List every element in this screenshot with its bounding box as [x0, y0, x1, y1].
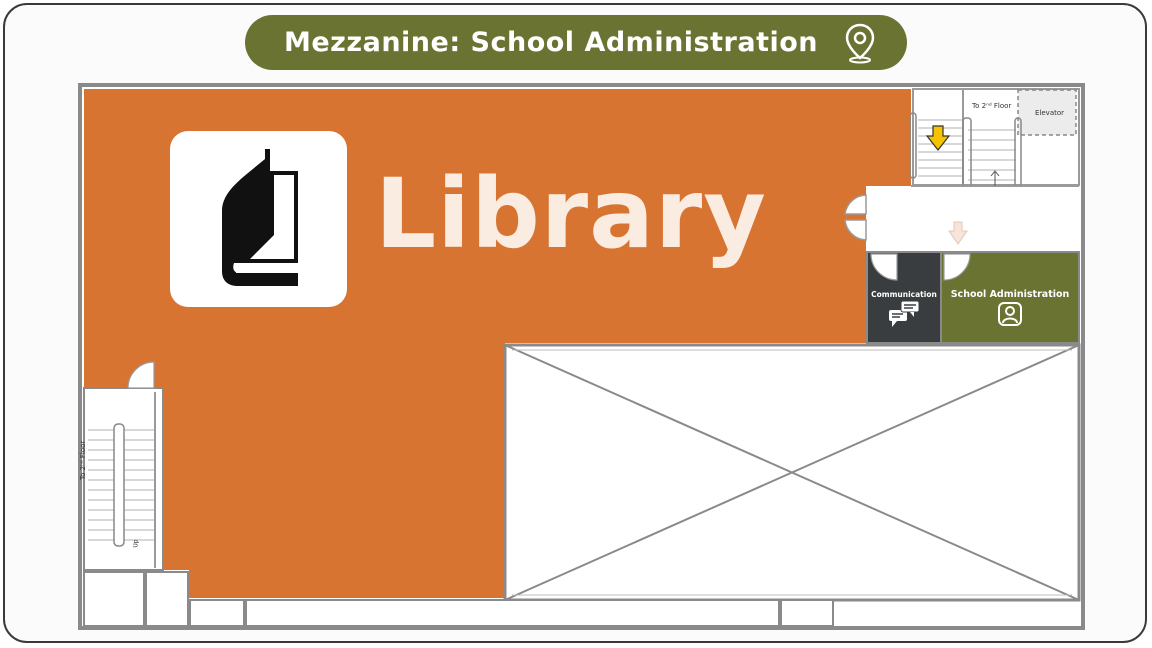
floor-plan: [78, 83, 1085, 630]
title-text: Mezzanine: School Administration: [284, 27, 818, 58]
page-title: Mezzanine: School Administration: [245, 15, 907, 70]
up-label: Up: [132, 539, 140, 548]
left-stairs-label: To 2ⁿᵈ Floor: [79, 440, 87, 480]
person-badge-icon: [998, 302, 1022, 326]
location-pin-icon: [845, 23, 875, 64]
chat-bubbles-icon: [889, 300, 920, 327]
elevator-label: Elevator: [1035, 109, 1065, 117]
library-icon-card: [170, 131, 347, 307]
communication-label: Communication: [871, 290, 937, 299]
school-admin-label: School Administration: [950, 289, 1070, 300]
top-stairs-label: To 2ⁿᵈ Floor: [972, 102, 1012, 110]
book-icon: [222, 149, 298, 286]
library-label: Library: [375, 158, 767, 270]
